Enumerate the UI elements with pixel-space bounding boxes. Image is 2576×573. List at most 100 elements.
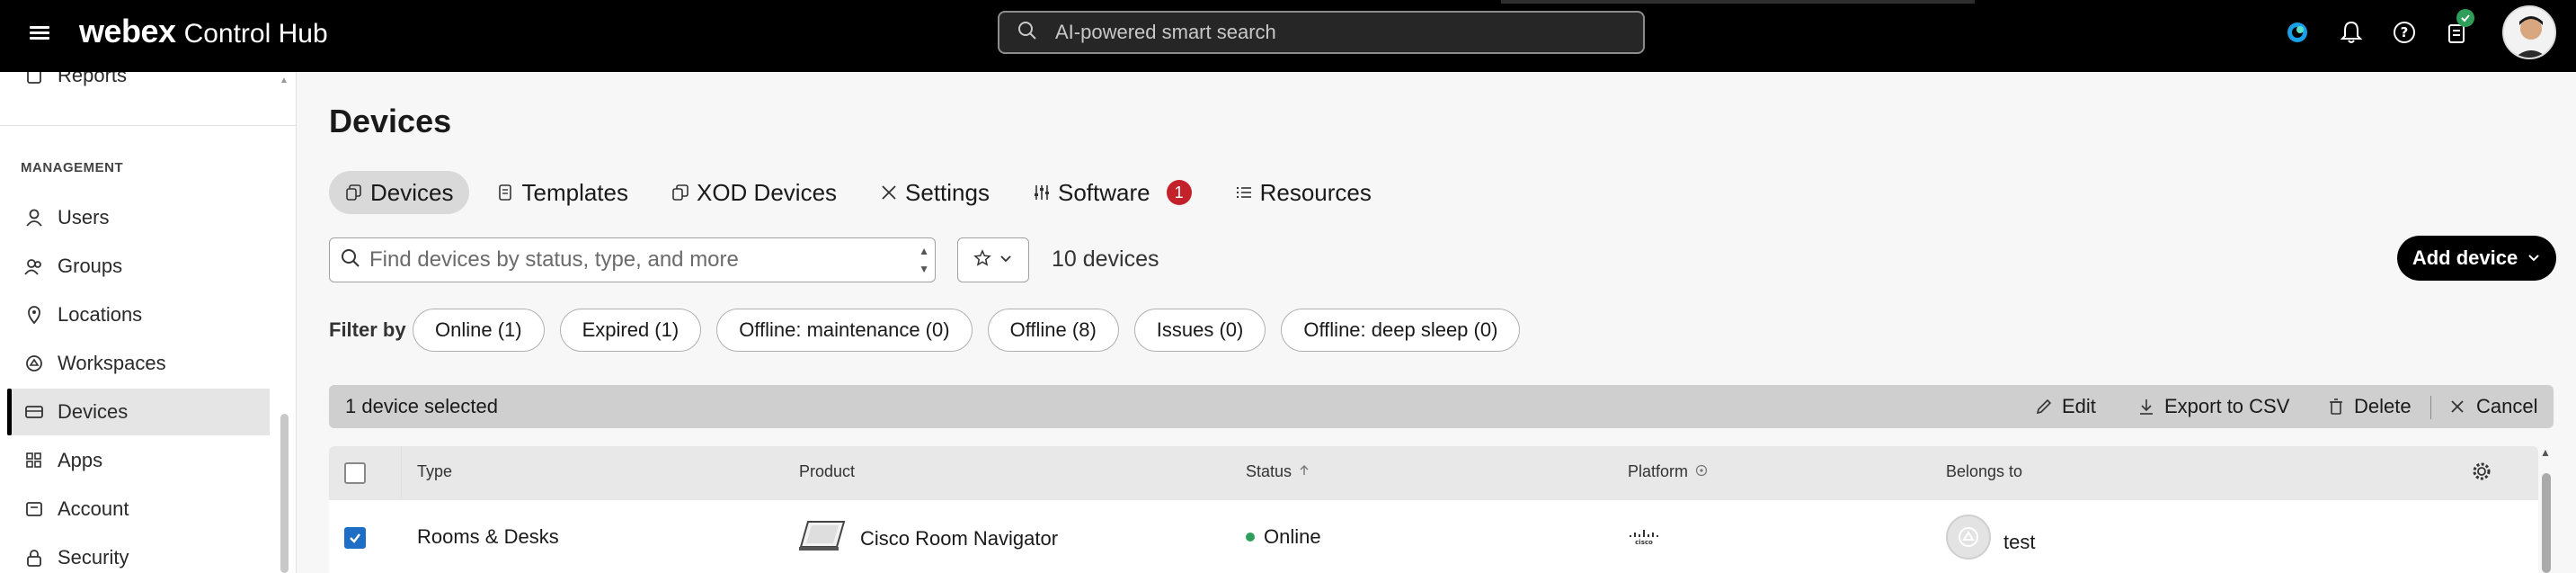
column-header-status[interactable]: Status	[1246, 462, 1310, 481]
sidebar-item-reports[interactable]: Reports	[0, 72, 270, 99]
tab-label: Software	[1057, 178, 1150, 206]
tab-devices[interactable]: Devices	[329, 171, 470, 214]
column-header-type[interactable]: Type	[417, 462, 452, 481]
search-icon	[1017, 21, 1037, 45]
status-text: Online	[1264, 525, 1321, 548]
column-settings-gear-icon[interactable]	[2471, 461, 2492, 482]
sidebar-item-security[interactable]: Security	[0, 534, 270, 573]
product-name: Control Hub	[183, 19, 328, 49]
top-navigation-bar: webex Control Hub ?	[0, 0, 2576, 72]
pencil-icon	[2035, 398, 2053, 416]
table-header: Type Product Status Platform Belongs to	[329, 446, 2538, 500]
selection-bar: 1 device selected Edit Export to CSV Del…	[329, 385, 2554, 428]
column-header-belongs-to[interactable]: Belongs to	[1946, 462, 2022, 481]
scroll-up-icon[interactable]: ▲	[2540, 446, 2551, 459]
scroll-up-icon[interactable]: ▲	[280, 76, 289, 85]
device-search-input[interactable]	[369, 247, 909, 273]
trash-icon	[2327, 398, 2345, 416]
column-header-platform[interactable]: Platform	[1628, 462, 1708, 481]
smart-search-box[interactable]	[998, 11, 1645, 54]
chevron-down-icon	[999, 251, 1013, 270]
cell-belongs-to[interactable]: test	[1946, 515, 2035, 560]
close-icon	[2449, 398, 2467, 416]
menu-icon[interactable]	[30, 23, 49, 43]
tab-templates[interactable]: Templates	[480, 171, 644, 214]
sidebar-item-label: Security	[58, 546, 129, 569]
search-icon	[341, 248, 360, 273]
template-icon	[496, 184, 514, 201]
tab-settings[interactable]: Settings	[864, 171, 1006, 214]
sidebar-item-account[interactable]: Account	[0, 486, 270, 533]
user-icon	[23, 207, 45, 228]
column-header-product[interactable]: Product	[799, 462, 855, 481]
sidebar-item-label: Workspaces	[58, 352, 166, 374]
product-name: Cisco Room Navigator	[860, 527, 1059, 550]
cancel-button[interactable]: Cancel	[2449, 385, 2537, 428]
smart-search-input[interactable]	[1055, 21, 1594, 44]
sidebar-item-workspaces[interactable]: Workspaces	[0, 340, 270, 387]
apps-icon	[23, 450, 45, 471]
room-navigator-icon	[799, 520, 846, 558]
sidebar-item-devices[interactable]: Devices	[7, 389, 270, 435]
scrollbar-thumb[interactable]	[2542, 473, 2551, 573]
webex-logo: webex	[79, 13, 176, 49]
sidebar: Reports ▲ MANAGEMENT Users Groups Locati…	[0, 72, 297, 573]
edit-button[interactable]: Edit	[2035, 385, 2096, 428]
tab-resources[interactable]: Resources	[1219, 171, 1388, 214]
filter-chip-offline[interactable]: Offline (8)	[987, 309, 1119, 352]
filter-chip-offline-maintenance[interactable]: Offline: maintenance (0)	[716, 309, 973, 352]
filter-label: Filter by	[329, 318, 406, 341]
cell-type: Rooms & Desks	[417, 525, 559, 548]
filter-chip-expired[interactable]: Expired (1)	[559, 309, 702, 352]
location-pin-icon	[23, 304, 45, 326]
xod-devices-icon	[671, 184, 689, 201]
row-checkbox[interactable]	[344, 527, 366, 549]
star-icon	[973, 248, 991, 272]
check-badge-icon	[2456, 9, 2474, 27]
export-csv-button[interactable]: Export to CSV	[2137, 385, 2289, 428]
sidebar-item-label: Locations	[58, 303, 143, 326]
delete-button[interactable]: Delete	[2327, 385, 2412, 428]
webex-assistant-icon[interactable]	[2281, 16, 2314, 49]
tab-xod-devices[interactable]: XOD Devices	[655, 171, 853, 214]
filter-chip-offline-deep-sleep[interactable]: Offline: deep sleep (0)	[1281, 309, 1521, 352]
tab-software[interactable]: Software 1	[1017, 171, 1208, 214]
avatar[interactable]	[2502, 5, 2556, 59]
sidebar-scrollbar[interactable]	[280, 414, 289, 573]
help-icon[interactable]: ?	[2388, 16, 2421, 49]
sidebar-item-groups[interactable]: Groups	[0, 243, 270, 290]
device-search-box[interactable]: ▲▼	[329, 237, 936, 282]
devices-tab-icon	[345, 184, 363, 201]
table-row[interactable]: Rooms & Desks Cisco Room Navigator Onlin…	[329, 500, 2538, 573]
sidebar-item-locations[interactable]: Locations	[0, 291, 270, 338]
cisco-logo-icon: cisco	[1628, 529, 1660, 545]
chevron-down-icon	[2527, 246, 2541, 270]
cell-product[interactable]: Cisco Room Navigator	[799, 520, 1058, 558]
tools-icon	[880, 184, 898, 201]
lock-icon	[23, 547, 45, 569]
tab-label: Devices	[370, 178, 454, 206]
tab-label: Settings	[905, 178, 990, 206]
selection-count: 1 device selected	[345, 395, 498, 417]
device-count: 10 devices	[1052, 246, 1159, 272]
sidebar-item-apps[interactable]: Apps	[0, 437, 270, 484]
spinner-arrows-icon[interactable]: ▲ ▼	[919, 242, 929, 278]
favorites-filter-button[interactable]	[957, 237, 1029, 282]
bell-icon[interactable]	[2335, 16, 2367, 49]
tab-label: XOD Devices	[696, 178, 838, 206]
filter-chips: Online (1) Expired (1) Offline: maintena…	[413, 309, 1535, 352]
sliders-icon	[1033, 184, 1051, 201]
info-icon	[1695, 462, 1708, 481]
sidebar-item-label: Account	[58, 497, 129, 520]
select-all-checkbox[interactable]	[344, 462, 366, 484]
add-device-button[interactable]: Add device	[2397, 236, 2556, 281]
notification-badge: 1	[1166, 180, 1192, 205]
sidebar-item-label: Users	[58, 206, 110, 228]
cancel-label: Cancel	[2476, 395, 2538, 417]
sidebar-item-label: Devices	[58, 400, 129, 423]
page-title: Devices	[329, 103, 452, 139]
filter-chip-online[interactable]: Online (1)	[413, 309, 545, 352]
sidebar-item-users[interactable]: Users	[0, 194, 270, 241]
table-scrollbar[interactable]: ▲	[2540, 446, 2553, 573]
filter-chip-issues[interactable]: Issues (0)	[1133, 309, 1266, 352]
